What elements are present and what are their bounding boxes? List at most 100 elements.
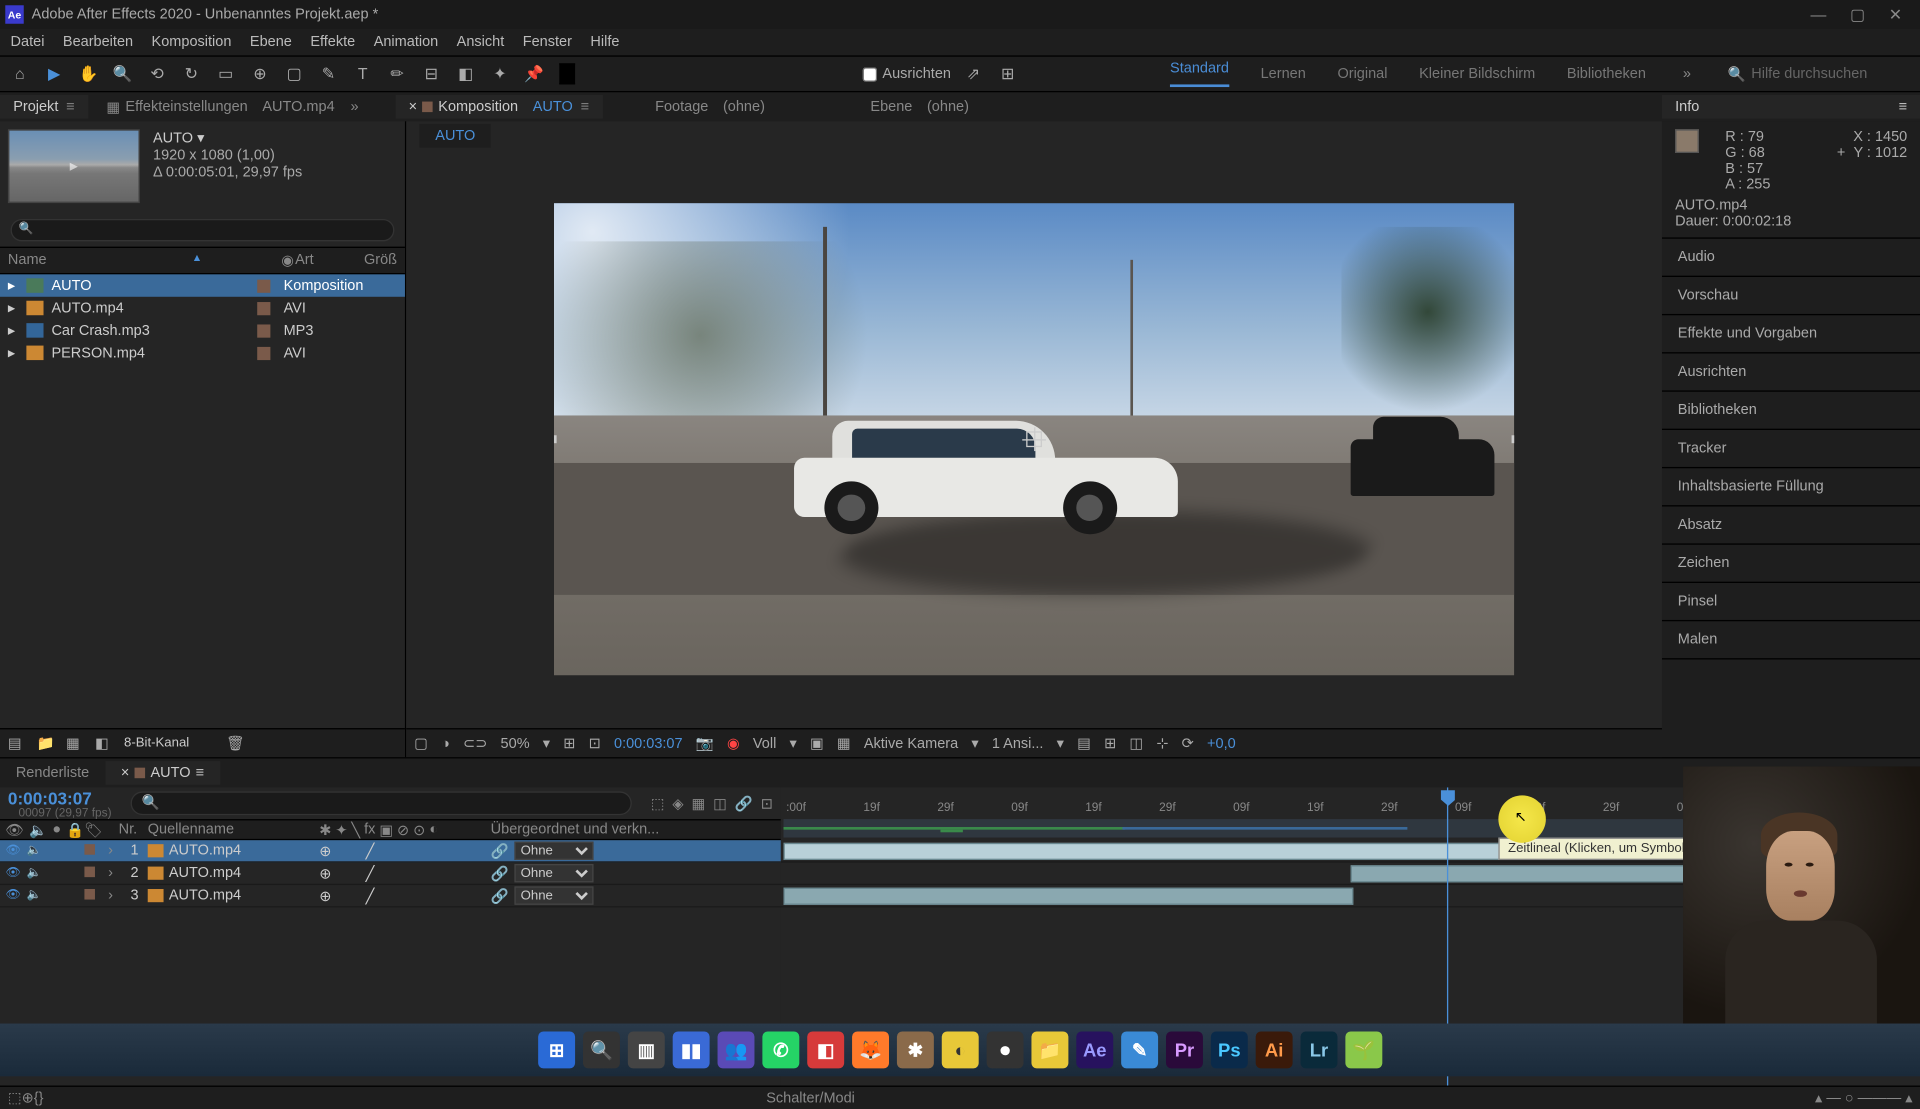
channel-icon[interactable]: ⊂⊃ <box>463 735 487 752</box>
alpha-icon[interactable]: ◑ <box>441 735 450 751</box>
col-name[interactable]: Name <box>8 252 192 269</box>
render-queue-tab[interactable]: Renderliste <box>0 761 105 785</box>
vf-icon3[interactable]: ◫ <box>1129 735 1143 752</box>
pan-behind-tool[interactable]: ⊕ <box>248 62 272 86</box>
panel-vorschau[interactable]: Vorschau <box>1662 277 1920 315</box>
panel-effekte-und-vorgaben[interactable]: Effekte und Vorgaben <box>1662 315 1920 353</box>
puppet-tool[interactable]: 📌 <box>522 62 546 86</box>
close-button[interactable]: ✕ <box>1889 5 1902 23</box>
handle-left[interactable] <box>554 435 557 443</box>
taskbar-obs[interactable]: ⏺ <box>987 1031 1024 1068</box>
menu-hilfe[interactable]: Hilfe <box>590 34 619 50</box>
taskbar-lightroom[interactable]: Lr <box>1301 1031 1338 1068</box>
timeline-layer[interactable]: 👁🔈 › 3 AUTO.mp4 ⊕╱ 🔗Ohne <box>0 885 781 907</box>
tl-icon-4[interactable]: ◫ <box>713 795 727 812</box>
clone-tool[interactable]: ⊟ <box>419 62 443 86</box>
menu-komposition[interactable]: Komposition <box>152 34 232 50</box>
taskbar-taskview[interactable]: ▥ <box>628 1031 665 1068</box>
timeline-comp-tab[interactable]: ×AUTO≡ <box>105 761 220 785</box>
region-icon[interactable]: ▣ <box>810 735 824 752</box>
composition-tab[interactable]: × Komposition AUTO≡ <box>395 95 602 119</box>
camera-tool[interactable]: ▭ <box>214 62 238 86</box>
taskbar-illustrator[interactable]: Ai <box>1256 1031 1293 1068</box>
panel-pinsel[interactable]: Pinsel <box>1662 583 1920 621</box>
mask-icon[interactable]: ▢ <box>414 735 428 752</box>
vf-icon5[interactable]: ⟳ <box>1182 735 1194 752</box>
tl-footer-icon1[interactable]: ⬚ <box>8 1089 22 1106</box>
project-thumbnail[interactable] <box>8 129 140 203</box>
snapshot-icon[interactable]: 📷 <box>696 735 714 752</box>
exposure-value[interactable]: +0,0 <box>1207 735 1236 751</box>
orbit-tool[interactable]: ⟲ <box>145 62 169 86</box>
handle-right[interactable] <box>1512 435 1515 443</box>
timeline-search[interactable] <box>130 791 632 815</box>
color-icon[interactable]: ◉ <box>727 735 740 752</box>
folder-icon[interactable]: 📁 <box>37 734 55 752</box>
taskbar-whatsapp[interactable]: ✆ <box>762 1031 799 1068</box>
snap-options-icon[interactable]: ⇗ <box>962 62 986 86</box>
taskbar-start[interactable]: ⊞ <box>538 1031 575 1068</box>
taskbar-teams[interactable]: 👥 <box>718 1031 755 1068</box>
project-search[interactable] <box>0 214 405 247</box>
help-search[interactable]: 🔍 Hilfe durchsuchen <box>1728 65 1913 82</box>
layer-tab[interactable]: Ebene (ohne) <box>857 95 982 119</box>
col-size[interactable]: Größ <box>364 252 397 269</box>
project-item[interactable]: ▸PERSON.mp4AVI <box>0 342 405 364</box>
vf-icon4[interactable]: ⊹ <box>1156 735 1168 752</box>
adjust-icon[interactable]: ◧ <box>95 734 113 752</box>
panel-malen[interactable]: Malen <box>1662 621 1920 659</box>
home-icon[interactable]: ⌂ <box>8 62 32 86</box>
taskbar-app-green[interactable]: 🌱 <box>1345 1031 1382 1068</box>
project-item[interactable]: ▸Car Crash.mp3MP3 <box>0 319 405 341</box>
timeline-layer[interactable]: 👁🔈 › 1 AUTO.mp4 ⊕╱ 🔗Ohne <box>0 840 781 862</box>
zoom-dropdown[interactable]: 50% <box>501 735 530 751</box>
trash-icon[interactable]: 🗑 <box>226 734 244 752</box>
selection-tool[interactable]: ▶ <box>42 62 66 86</box>
transparency-icon[interactable]: ▦ <box>837 735 851 752</box>
tl-icon-6[interactable]: ⊡ <box>761 795 773 812</box>
col-type[interactable]: Art <box>295 252 364 269</box>
minimize-button[interactable]: — <box>1810 5 1826 23</box>
tl-icon-2[interactable]: ◈ <box>672 795 683 812</box>
project-tab[interactable]: Projekt≡ <box>0 95 88 119</box>
taskbar-photoshop[interactable]: Ps <box>1211 1031 1248 1068</box>
vf-icon1[interactable]: ▤ <box>1077 735 1091 752</box>
views-dropdown[interactable]: 1 Ansi... <box>992 735 1044 751</box>
panel-audio[interactable]: Audio <box>1662 239 1920 277</box>
anchor-point-icon[interactable] <box>1026 431 1042 447</box>
shape-tool[interactable]: ▢ <box>282 62 306 86</box>
project-item[interactable]: ▸AUTO.mp4AVI <box>0 297 405 319</box>
eraser-tool[interactable]: ◧ <box>454 62 478 86</box>
workspace-original[interactable]: Original <box>1337 66 1387 82</box>
menu-datei[interactable]: Datei <box>11 34 45 50</box>
panel-bibliotheken[interactable]: Bibliotheken <box>1662 392 1920 430</box>
switches-modes-toggle[interactable]: Schalter/Modi <box>766 1090 855 1106</box>
timeline-layer[interactable]: 👁🔈 › 2 AUTO.mp4 ⊕╱ 🔗Ohne <box>0 863 781 885</box>
resolution-dropdown[interactable]: Voll <box>753 735 776 751</box>
menu-effekte[interactable]: Effekte <box>310 34 355 50</box>
taskbar-firefox[interactable]: 🦊 <box>852 1031 889 1068</box>
menu-ebene[interactable]: Ebene <box>250 34 292 50</box>
tl-footer-icon3[interactable]: {} <box>34 1090 44 1106</box>
guides-icon[interactable]: ⊡ <box>589 735 601 752</box>
grid-icon[interactable]: ⊞ <box>996 62 1020 86</box>
taskbar-app-red[interactable]: ◧ <box>807 1031 844 1068</box>
maximize-button[interactable]: ▢ <box>1850 5 1865 23</box>
panel-ausrichten[interactable]: Ausrichten <box>1662 353 1920 391</box>
panel-absatz[interactable]: Absatz <box>1662 506 1920 544</box>
panel-inhaltsbasierte-füllung[interactable]: Inhaltsbasierte Füllung <box>1662 468 1920 506</box>
video-preview[interactable] <box>554 203 1514 675</box>
taskbar-explorer[interactable]: 📁 <box>1031 1031 1068 1068</box>
footage-tab[interactable]: Footage (ohne) <box>642 95 778 119</box>
workspace-kleiner bildschirm[interactable]: Kleiner Bildschirm <box>1419 66 1535 82</box>
snap-checkbox[interactable]: Ausrichten <box>863 66 951 82</box>
tl-footer-icon2[interactable]: ⊕ <box>22 1089 34 1106</box>
menu-ansicht[interactable]: Ansicht <box>457 34 505 50</box>
taskbar-app1[interactable]: ▮▮ <box>673 1031 710 1068</box>
new-comp-icon[interactable]: ▦ <box>66 734 84 752</box>
taskbar-app-fig[interactable]: ✱ <box>897 1031 934 1068</box>
effect-controls-tab[interactable]: ▦Effekteinstellungen AUTO.mp4 » <box>93 94 372 119</box>
clip-layer-3[interactable] <box>783 888 1353 905</box>
hand-tool[interactable]: ✋ <box>77 62 101 86</box>
interpret-icon[interactable]: ▤ <box>8 734 26 752</box>
